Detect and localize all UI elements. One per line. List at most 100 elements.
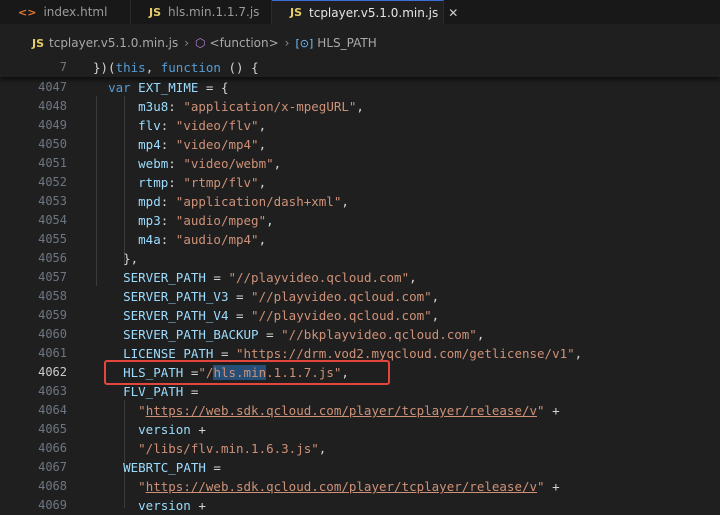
code-text: "/libs/flv.min.1.6.3.js", (93, 439, 326, 458)
code-token: "video/webm" (183, 156, 274, 171)
code-token: : (168, 175, 184, 190)
code-token: "//playvideo.qcloud.com" (251, 308, 432, 323)
code-text: flv: "video/flv", (93, 116, 266, 135)
code-text: SERVER_PATH_V3 = "//playvideo.qcloud.com… (93, 287, 439, 306)
code-line[interactable]: 4052 rtmp: "rtmp/flv", (0, 173, 720, 192)
code-token: , (273, 156, 282, 171)
line-number: 4048 (38, 99, 67, 113)
code-text: version + (93, 496, 206, 515)
breadcrumb-file[interactable]: tcplayer.v5.1.0.min.js (49, 36, 178, 50)
code-token: , (431, 308, 440, 323)
code-token: "https://drm.vod2.myqcloud.com/getlicens… (236, 346, 575, 361)
code-text: webm: "video/webm", (93, 154, 281, 173)
code-editor[interactable]: 7})(this, function () {4047 var EXT_MIME… (0, 58, 720, 513)
code-line[interactable]: 4064 "https://web.sdk.qcloud.com/player/… (0, 401, 720, 420)
function-icon: ⬡ (195, 36, 206, 50)
code-token: webm (138, 156, 169, 171)
code-text: "https://web.sdk.qcloud.com/player/tcpla… (93, 477, 559, 496)
code-token: , (341, 194, 349, 209)
code-text: })(this, function () { (93, 58, 259, 77)
code-line[interactable]: 4047 var EXT_MIME = { (0, 78, 720, 97)
code-token: : (168, 99, 184, 114)
code-text: SERVER_PATH = "//playvideo.qcloud.com", (93, 268, 417, 287)
code-token: function (160, 60, 221, 75)
close-icon[interactable]: ✕ (448, 6, 458, 20)
code-token: SERVER_PATH (123, 270, 206, 285)
code-line[interactable]: 4051 webm: "video/webm", (0, 154, 720, 173)
code-token: + (190, 422, 206, 437)
code-token: : (160, 213, 176, 228)
line-number: 4058 (38, 289, 67, 303)
code-line[interactable]: 4065 version + (0, 420, 720, 439)
line-number: 4053 (38, 194, 67, 208)
code-token: , (258, 175, 267, 190)
code-token: , (258, 118, 267, 133)
code-line[interactable]: 4055 m4a: "audio/mp4", (0, 230, 720, 249)
code-line[interactable]: 4056 }, (0, 249, 720, 268)
code-token: , (258, 137, 267, 152)
code-line[interactable]: 4067 WEBRTC_PATH = (0, 458, 720, 477)
code-token: "rtmp/flv" (183, 175, 259, 190)
editor-tab-bar: <> index.html JS hls.min.1.1.7.js JS tcp… (0, 0, 720, 24)
sticky-scroll-line[interactable]: 7})(this, function () { (0, 58, 720, 77)
tab-tcplayer-min-js[interactable]: JS tcplayer.v5.1.0.min.js ✕ (272, 0, 458, 24)
code-line[interactable]: 4068 "https://web.sdk.qcloud.com/player/… (0, 477, 720, 496)
code-token: , (145, 60, 161, 75)
breadcrumb-function[interactable]: <function> (210, 36, 279, 50)
code-token: " (138, 479, 146, 494)
code-token: WEBRTC_PATH (123, 460, 206, 475)
code-token: flv (138, 118, 161, 133)
line-number: 4068 (38, 479, 67, 493)
variable-icon: [⊙] (295, 36, 314, 50)
line-number: 4052 (38, 175, 67, 189)
code-token: https://web.sdk.qcloud.com/player/tcplay… (145, 403, 538, 418)
code-token: = (183, 384, 199, 399)
code-text: mpd: "application/dash+xml", (93, 192, 349, 211)
code-line[interactable]: 4054 mp3: "audio/mpeg", (0, 211, 720, 230)
code-token: mp3 (138, 213, 161, 228)
code-line[interactable]: 4069 version + (0, 496, 720, 515)
code-text: "https://web.sdk.qcloud.com/player/tcpla… (93, 401, 559, 420)
breadcrumb-variable[interactable]: HLS_PATH (317, 36, 376, 50)
code-line[interactable]: 4049 flv: "video/flv", (0, 116, 720, 135)
line-number: 4047 (38, 80, 67, 94)
code-line[interactable]: 4060 SERVER_PATH_BACKUP = "//bkplayvideo… (0, 325, 720, 344)
code-line[interactable]: 4053 mpd: "application/dash+xml", (0, 192, 720, 211)
code-token: "//bkplayvideo.qcloud.com" (281, 327, 477, 342)
code-line[interactable]: 4057 SERVER_PATH = "//playvideo.qcloud.c… (0, 268, 720, 287)
code-line[interactable]: 4058 SERVER_PATH_V3 = "//playvideo.qclou… (0, 287, 720, 306)
code-line[interactable]: 4066 "/libs/flv.min.1.6.3.js", (0, 439, 720, 458)
code-line[interactable]: 4048 m3u8: "application/x-mpegURL", (0, 97, 720, 116)
code-line[interactable]: 4059 SERVER_PATH_V4 = "//playvideo.qclou… (0, 306, 720, 325)
tab-hls-min-js[interactable]: JS hls.min.1.1.7.js (131, 0, 272, 24)
code-token: = (205, 460, 221, 475)
line-number: 4069 (38, 498, 67, 512)
tab-label: hls.min.1.1.7.js (168, 5, 260, 19)
code-text: SERVER_PATH_BACKUP = "//bkplayvideo.qclo… (93, 325, 484, 344)
code-token: " (537, 403, 545, 418)
line-number: 4064 (38, 403, 67, 417)
code-token: LICENSE_PATH (123, 346, 214, 361)
code-line[interactable]: 4050 mp4: "video/mp4", (0, 135, 720, 154)
code-token: , (258, 232, 267, 247)
code-token: version (138, 498, 191, 513)
line-number: 4062 (38, 365, 67, 379)
code-token: "application/dash+xml" (175, 194, 342, 209)
code-token: = (228, 308, 252, 323)
tab-index-html[interactable]: <> index.html (0, 0, 131, 24)
breadcrumb: JS tcplayer.v5.1.0.min.js › ⬡ <function>… (0, 32, 720, 54)
